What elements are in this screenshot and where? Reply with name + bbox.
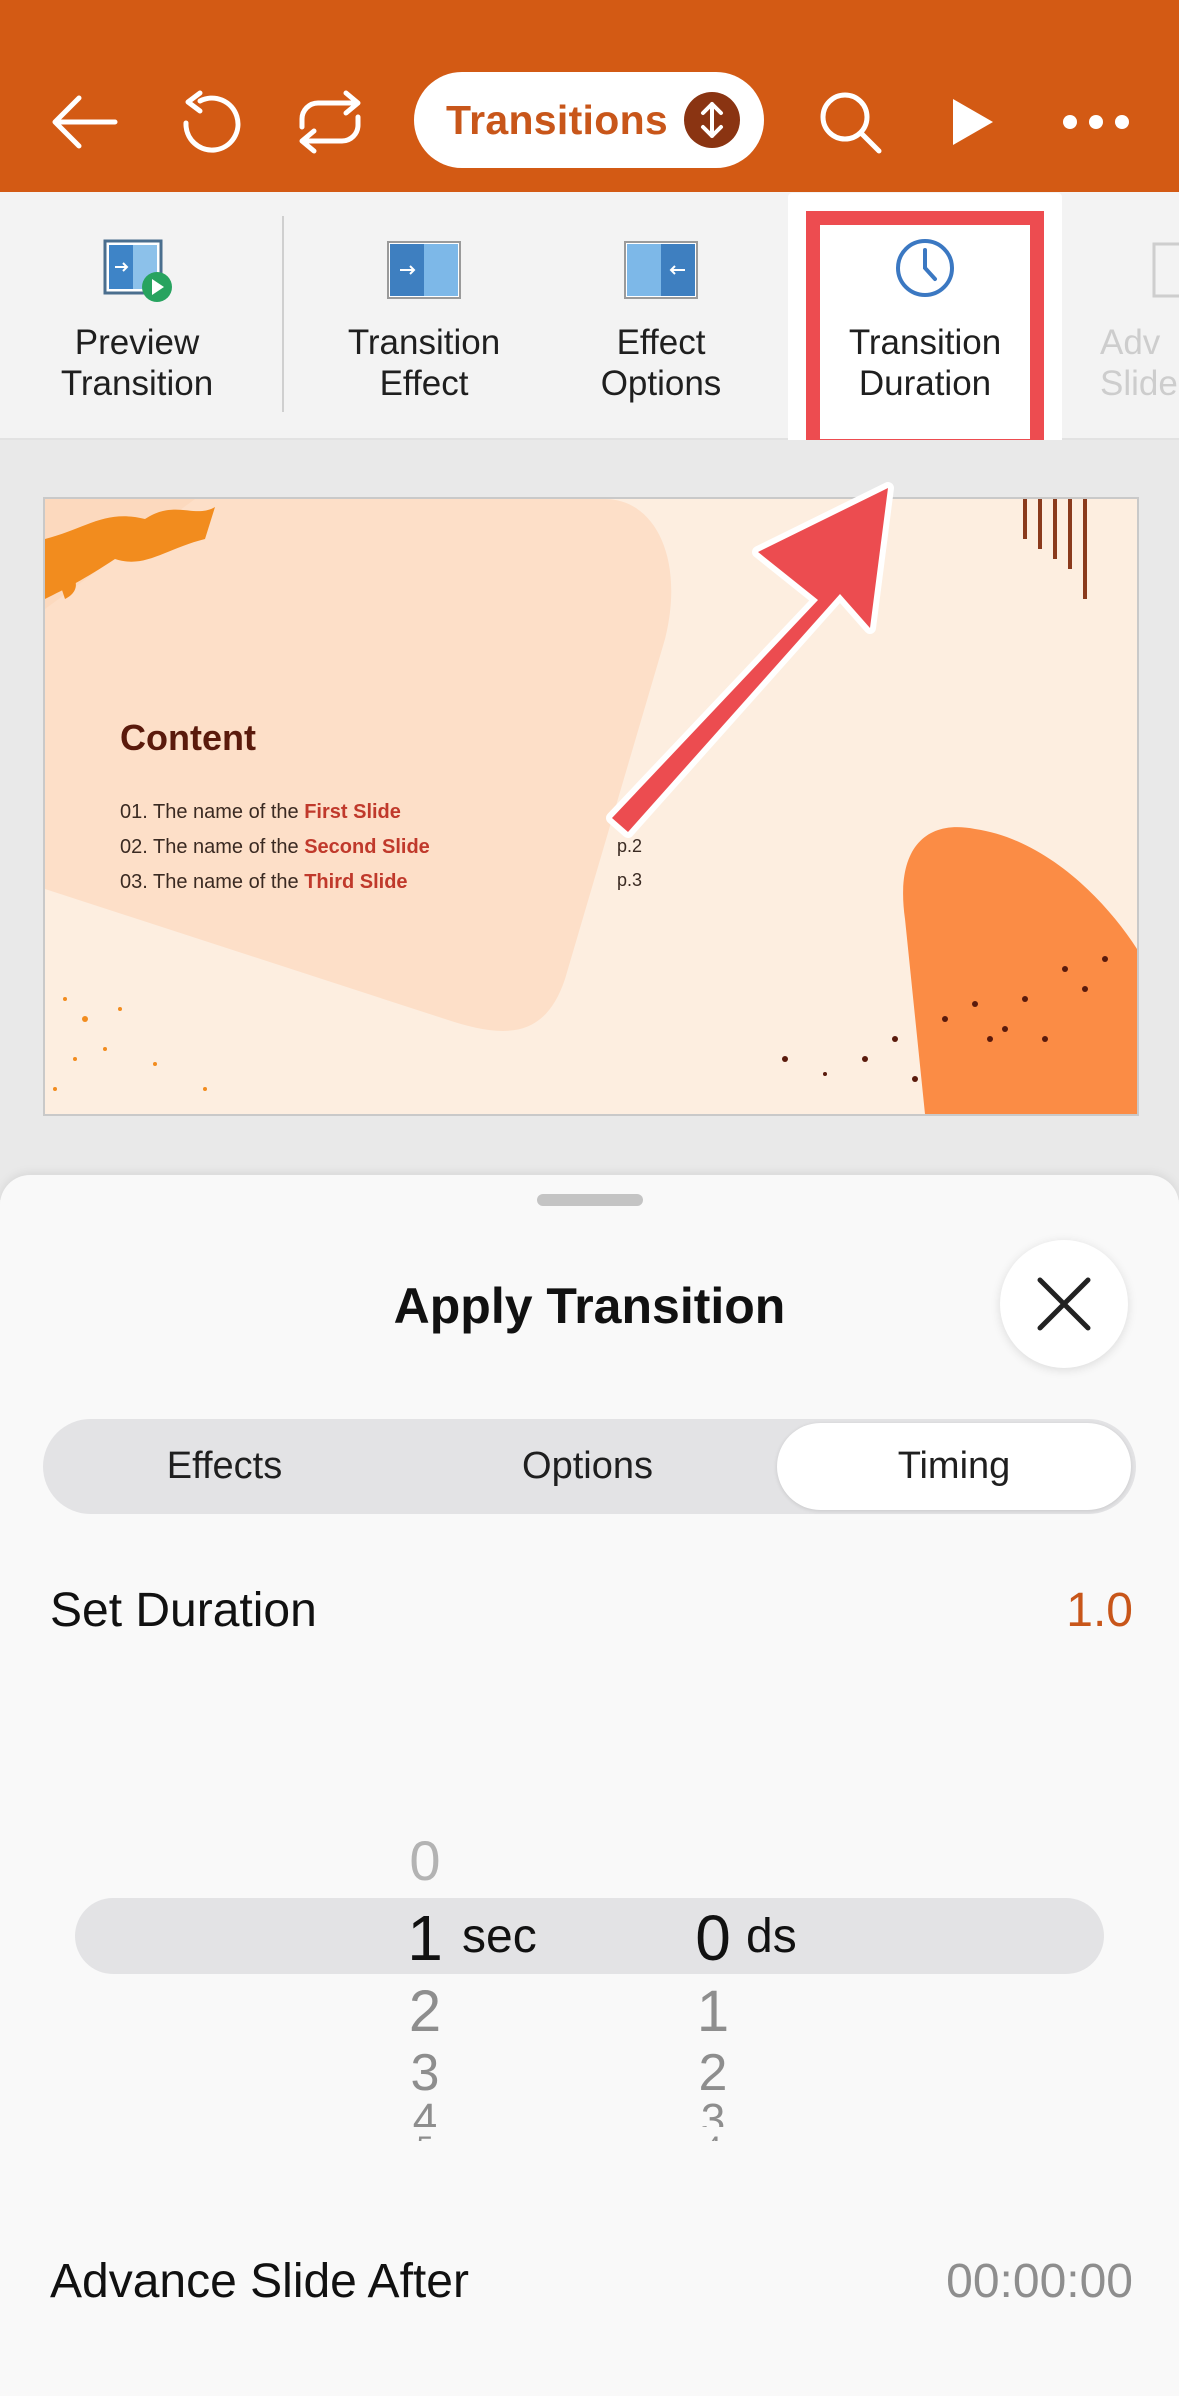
top-toolbar: Transitions [0, 0, 1179, 192]
slide-page-ref-1: p.1 [617, 802, 643, 822]
apply-transition-sheet: Apply Transition Effects Options Timing … [0, 1175, 1179, 2396]
search-icon[interactable] [800, 72, 900, 172]
more-icon[interactable] [1046, 72, 1146, 172]
play-icon[interactable] [922, 72, 1022, 172]
seconds-unit-label: sec [462, 1910, 537, 1963]
transition-duration-highlight: Transition Duration [788, 193, 1062, 471]
row-text: 03. The name of the [120, 871, 305, 893]
picker-selection-band [75, 1898, 1104, 1974]
mode-selector-button[interactable]: Transitions [414, 72, 764, 168]
set-duration-value[interactable]: 1.0 [1066, 1583, 1133, 1638]
seconds-option: 3 [410, 2044, 440, 2102]
transition-duration-label: Transition Duration [848, 323, 1002, 403]
close-icon [1037, 1277, 1091, 1331]
preview-transition-label: Preview Transition [60, 323, 214, 403]
set-duration-label: Set Duration [50, 1584, 317, 1637]
transition-effect-icon [312, 230, 536, 310]
ribbon-divider [282, 216, 284, 412]
preview-transition-button[interactable]: Preview Transition [24, 192, 250, 438]
effect-options-icon [552, 230, 770, 310]
slide-page-ref-3: p.3 [617, 870, 643, 890]
close-button[interactable] [1000, 1240, 1128, 1368]
seconds-option: 4 [412, 2095, 438, 2127]
row-bold-text: Third Slide [304, 871, 408, 893]
row-bold-text: First Slide [304, 801, 401, 823]
row-bold-text: Second Slide [304, 836, 430, 858]
preview-transition-icon [24, 230, 250, 310]
slide-canvas: Content 01. The name of the First Slide … [0, 440, 1179, 1200]
mode-label: Transitions [446, 96, 669, 143]
redo-icon[interactable] [280, 72, 380, 172]
slide-page-ref-2: p.2 [617, 836, 643, 856]
deciseconds-option: 2 [698, 2044, 728, 2102]
effect-options-button[interactable]: Effect Options [552, 192, 770, 438]
advance-slide-after-label: Advance Slide After [50, 2255, 469, 2308]
back-arrow-icon[interactable] [34, 72, 134, 172]
seconds-option: 2 [408, 1979, 442, 2044]
transition-effect-label: Transition Effect [347, 323, 501, 403]
advance-slide-button[interactable]: Adv Slide [1090, 192, 1179, 438]
advance-slide-icon [1090, 230, 1179, 310]
slide-content-row-3: 03. The name of the Third Slide [120, 871, 408, 894]
deciseconds-option: 4 [678, 2131, 748, 2141]
chevron-updown-icon [684, 92, 740, 148]
deciseconds-unit-label: ds [746, 1910, 797, 1963]
sheet-grabber[interactable] [537, 1194, 643, 1206]
deciseconds-selected: 0 [695, 1902, 731, 1974]
deciseconds-option: 1 [696, 1979, 730, 2044]
advance-slide-after-value[interactable]: 00:00:00 [946, 2254, 1133, 2309]
advance-slide-label: Adv Slide [1100, 323, 1178, 403]
slide-title: Content [120, 717, 256, 758]
slide-thumbnail[interactable]: Content 01. The name of the First Slide … [43, 497, 1139, 1116]
transition-effect-button[interactable]: Transition Effect [312, 192, 536, 438]
undo-icon[interactable] [156, 72, 256, 172]
seconds-option: 5 [390, 2131, 460, 2141]
slide-content-row-1: 01. The name of the First Slide [120, 801, 401, 824]
transition-duration-button[interactable]: Transition Duration [806, 192, 1044, 438]
effect-options-label: Effect Options [600, 323, 722, 403]
clock-icon [806, 228, 1044, 308]
row-text: 01. The name of the [120, 801, 305, 823]
slide-content-row-2: 02. The name of the Second Slide [120, 836, 430, 859]
tab-effects[interactable]: Effects [43, 1419, 406, 1514]
tab-options[interactable]: Options [406, 1419, 769, 1514]
seconds-selected: 1 [407, 1902, 443, 1974]
segmented-control: Effects Options Timing [43, 1419, 1136, 1514]
deciseconds-option: 3 [700, 2095, 726, 2127]
tab-timing[interactable]: Timing [777, 1423, 1131, 1510]
seconds-option: 0 [409, 1829, 441, 1892]
row-text: 02. The name of the [120, 836, 305, 858]
